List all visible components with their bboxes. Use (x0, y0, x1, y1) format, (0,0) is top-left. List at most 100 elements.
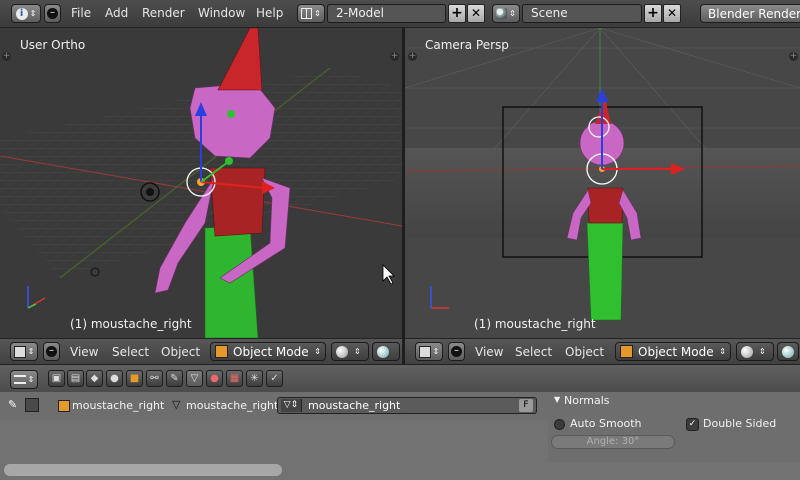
viewport-right-object-name: (1) moustache_right (474, 317, 596, 331)
screen-layout-selector[interactable]: ⇕ (297, 4, 325, 23)
split-area-icon[interactable]: + (390, 52, 399, 61)
material-tab-icon[interactable]: ● (206, 370, 223, 387)
character-hat (217, 28, 263, 91)
pivot-point-selector[interactable] (777, 342, 799, 361)
mode-selector[interactable]: Object Mode ⇕ (210, 342, 326, 361)
transform-y-knob[interactable] (225, 157, 233, 165)
editor-type-button[interactable]: i ⇕ (11, 4, 41, 23)
properties-context-bar: ✎ moustache_right ▽ moustache_right ▽⇕ m… (0, 392, 548, 420)
editor-type-button[interactable]: ⇕ (10, 342, 38, 361)
menu-object[interactable]: Object (565, 345, 604, 359)
scene-selector[interactable]: ⇕ (492, 4, 520, 23)
scene-context-icon (25, 398, 39, 412)
view3d-header-left: ⇕ – View Select Object Object Mode ⇕ ⇕ (0, 338, 402, 364)
viewport-shading-selector[interactable]: ⇕ (736, 342, 774, 361)
mesh-icon: ▽ (172, 398, 181, 411)
chevron-updown-icon: ⇕ (314, 9, 321, 18)
mesh-browse-icon[interactable]: ▽⇕ (281, 399, 302, 412)
pivot-point-selector[interactable] (372, 342, 400, 361)
solid-shading-icon (741, 345, 753, 358)
viewport-left-label: User Ortho (20, 38, 86, 52)
minus-icon: – (451, 346, 462, 357)
viewport-shading-selector[interactable]: ⇕ (331, 342, 369, 361)
mesh-datablock-field[interactable]: ▽⇕ moustache_right F (277, 397, 537, 414)
character-shirt (209, 167, 266, 237)
chevron-updown-icon: ⇕ (719, 347, 726, 356)
split-area-icon[interactable]: + (408, 52, 417, 61)
chevron-updown-icon: ⇕ (29, 9, 37, 18)
properties-icon (13, 375, 26, 384)
normals-panel: ▼ Normals Auto Smooth ✓ Double Sided Ang… (548, 392, 800, 462)
menu-add[interactable]: Add (105, 6, 128, 20)
minus-icon: – (47, 8, 58, 19)
collapse-menus-button[interactable]: – (43, 342, 60, 361)
mode-selector-label: Object Mode (233, 344, 309, 359)
texture-tab-icon[interactable]: ▦ (226, 370, 243, 387)
viewport-left[interactable]: User Ortho (1) moustache_right + + (0, 28, 402, 338)
particles-tab-icon[interactable]: ✳ (246, 370, 263, 387)
object-tab-icon[interactable]: ■ (126, 370, 143, 387)
normals-panel-title[interactable]: Normals (564, 394, 610, 407)
cube-icon (13, 345, 26, 358)
editor-type-button[interactable]: ⇕ (415, 342, 443, 361)
scene-tab-icon[interactable]: ◆ (86, 370, 103, 387)
collapse-menus-button[interactable]: – (448, 342, 465, 361)
menu-object[interactable]: Object (161, 345, 200, 359)
menu-view[interactable]: View (70, 345, 98, 359)
add-scene-button[interactable]: + (644, 4, 662, 23)
character-shirt (587, 187, 624, 224)
delete-scene-button[interactable]: ✕ (663, 4, 681, 23)
viewport-left-object-name: (1) moustache_right (70, 317, 192, 331)
mode-selector-label: Object Mode (638, 344, 714, 359)
collapse-triangle-icon[interactable]: ▼ (554, 395, 560, 404)
render-tab-icon[interactable]: ▣ (48, 370, 65, 387)
solid-shading-icon (336, 345, 348, 358)
mesh-datablock-name[interactable]: moustache_right (308, 399, 400, 412)
horizontal-scrollbar[interactable] (4, 464, 282, 476)
properties-scroll-area (0, 462, 800, 480)
menu-view[interactable]: View (475, 345, 503, 359)
minus-icon: – (46, 346, 57, 357)
pivot-icon (377, 345, 389, 358)
add-layout-button[interactable]: + (448, 4, 466, 23)
physics-tab-icon[interactable]: ✓ (266, 370, 283, 387)
split-area-icon[interactable]: + (2, 52, 11, 61)
auto-smooth-angle-field[interactable]: Angle: 30° (551, 435, 675, 449)
delete-layout-button[interactable]: ✕ (467, 4, 485, 23)
double-sided-checkbox[interactable]: ✓ (686, 418, 699, 431)
screen-layout-name[interactable]: 2-Model (327, 4, 446, 23)
pin-icon[interactable]: ✎ (8, 398, 17, 411)
world-tab-icon[interactable]: ● (106, 370, 123, 387)
auto-smooth-label: Auto Smooth (570, 417, 642, 430)
constraints-tab-icon[interactable]: ⚯ (146, 370, 163, 387)
split-area-icon[interactable]: + (789, 52, 798, 61)
transform-z-arrow[interactable] (596, 88, 608, 102)
breadcrumb-mesh: moustache_right (186, 399, 279, 412)
collapse-menus-button[interactable]: – (44, 4, 61, 23)
auto-smooth-checkbox[interactable] (554, 419, 565, 430)
mode-selector[interactable]: Object Mode ⇕ (615, 342, 731, 361)
menu-help[interactable]: Help (256, 6, 283, 20)
menu-select[interactable]: Select (112, 345, 149, 359)
lamp-gizmo-center (146, 188, 154, 196)
editor-type-button[interactable]: ⇕ (10, 370, 38, 389)
mesh-data-tab-icon[interactable]: ▽ (186, 370, 203, 387)
bone-joint (227, 110, 235, 118)
render-engine-selector[interactable]: Blender Render (700, 4, 800, 23)
viewport-right[interactable]: Camera Persp (1) moustache_right + + (405, 28, 800, 338)
menu-window[interactable]: Window (198, 6, 245, 20)
menu-file[interactable]: File (71, 6, 91, 20)
scene-icon (496, 8, 508, 19)
render-layers-tab-icon[interactable]: ▤ (67, 370, 84, 387)
menu-render[interactable]: Render (142, 6, 185, 20)
fake-user-button[interactable]: F (519, 399, 533, 412)
empty-gizmo[interactable] (90, 267, 100, 277)
modifiers-tab-icon[interactable]: ✎ (166, 370, 183, 387)
chevron-updown-icon: ⇕ (27, 347, 35, 356)
viewport-right-label: Camera Persp (425, 38, 509, 52)
scene-name[interactable]: Scene (522, 4, 642, 23)
menu-select[interactable]: Select (515, 345, 552, 359)
mini-axis-y (27, 303, 37, 309)
chevron-updown-icon: ⇕ (509, 9, 516, 18)
chevron-updown-icon: ⇕ (432, 347, 440, 356)
